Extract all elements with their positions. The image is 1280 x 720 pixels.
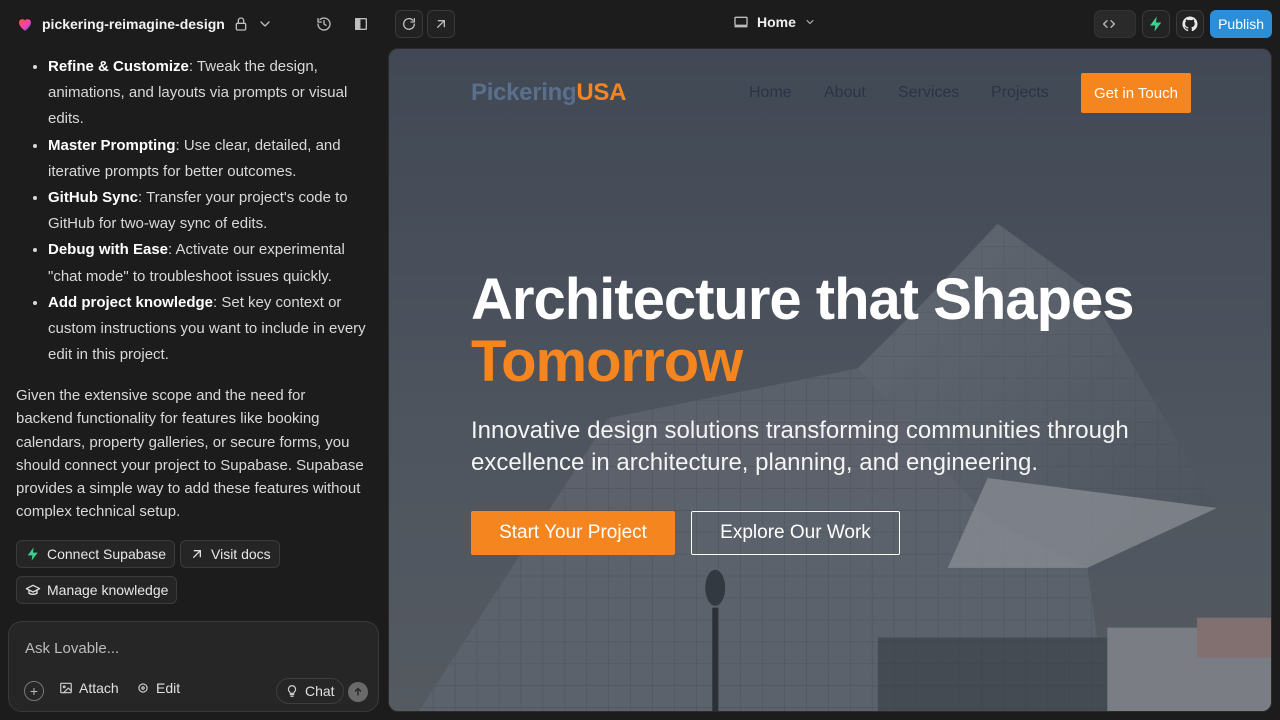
chat-paragraph: Given the extensive scope and the need f… [16,387,364,521]
nav-link-services[interactable]: Services [898,84,959,102]
visit-docs-label: Visit docs [211,546,271,562]
supabase-icon [1150,16,1162,32]
get-in-touch-button[interactable]: Get in Touch [1081,73,1191,113]
connect-supabase-button[interactable]: Connect Supabase [16,540,176,568]
logo-text-primary: Pickering [471,79,577,106]
chevron-down-icon [804,16,816,28]
start-project-button[interactable]: Start Your Project [471,511,675,555]
page-selector[interactable]: Home [733,14,816,30]
explore-work-button[interactable]: Explore Our Work [691,511,900,555]
send-button[interactable] [348,682,368,702]
arrow-up-right-icon [433,16,449,32]
add-button[interactable]: + [24,681,44,701]
attach-label: Attach [79,680,119,696]
manage-knowledge-button[interactable]: Manage knowledge [16,576,178,604]
publish-button[interactable]: Publish [1210,10,1272,38]
site-nav: PickeringUSA Home About Services Project… [471,73,1191,113]
edit-button[interactable]: Edit [136,680,180,696]
plus-icon: + [29,683,39,699]
hero-subheadline: Innovative design solutions transforming… [471,417,1129,476]
supabase-icon [27,547,38,561]
logo-text-accent: USA [576,79,627,106]
chat-mode-button[interactable]: Chat [276,678,344,704]
target-icon [136,681,150,695]
list-item: Add project knowledge: Set key context o… [48,290,372,369]
refresh-button[interactable] [395,10,423,38]
github-button[interactable] [1176,10,1205,38]
history-icon [316,16,332,32]
refresh-icon [401,16,417,32]
chat-panel: Refine & Customize: Tweak the design, an… [0,48,388,720]
list-item-title: Refine & Customize [48,58,189,75]
connect-supabase-label: Connect Supabase [47,546,167,562]
code-icon [1101,16,1117,32]
hero-headline-accent: Tomorrow [471,329,743,394]
visit-docs-button[interactable]: Visit docs [180,540,280,568]
app-root: pickering-reimagine-design Home Publish … [0,0,1280,720]
list-item-title: GitHub Sync [48,189,139,207]
site-logo[interactable]: PickeringUSA [471,79,626,107]
sidebar-icon [353,16,369,32]
chat-input[interactable] [25,636,355,660]
image-icon [59,681,73,695]
project-name: pickering-reimagine-design [42,16,225,32]
tips-list: Refine & Customize: Tweak the design, an… [16,54,372,368]
nav-link-home[interactable]: Home [749,84,792,102]
graduation-cap-icon [25,582,41,598]
supabase-button[interactable] [1142,10,1171,38]
hero-headline: Architecture that Shapes [471,267,1135,332]
list-item: Master Prompting: Use clear, detailed, a… [48,133,372,185]
lock-icon [233,16,249,32]
site-preview: PickeringUSA Home About Services Project… [388,48,1272,712]
list-item-title: Debug with Ease [48,241,169,259]
top-bar: pickering-reimagine-design Home Publish [0,0,1280,48]
list-item-title: Master Prompting [48,136,176,154]
project-switcher[interactable]: pickering-reimagine-design [16,12,273,36]
list-item: Debug with Ease: Activate our experiment… [48,237,372,289]
nav-link-about[interactable]: About [824,84,866,102]
list-item-title: Add project knowledge [48,293,214,311]
chevron-down-icon[interactable] [257,16,273,32]
page-selector-label: Home [757,14,796,30]
open-new-tab-button[interactable] [427,10,455,38]
attach-button[interactable]: Attach [59,680,119,696]
right-toolbar: Publish [1094,10,1272,38]
manage-knowledge-label: Manage knowledge [47,582,169,598]
nav-link-projects[interactable]: Projects [991,84,1049,102]
lovable-heart-icon [19,19,31,31]
chat-mode-label: Chat [305,683,335,699]
chat-composer: + Attach Edit Chat [8,621,379,712]
history-button[interactable] [310,10,338,38]
monitor-icon [733,14,749,30]
lightbulb-icon [285,684,299,698]
edit-label: Edit [156,680,181,696]
list-item: GitHub Sync: Transfer your project's cod… [48,185,372,237]
chat-message: Refine & Customize: Tweak the design, an… [16,54,372,368]
code-view-toggle[interactable] [1094,10,1137,38]
github-icon [1182,16,1198,32]
arrow-up-right-icon [189,546,205,562]
list-item: Refine & Customize: Tweak the design, an… [48,54,372,133]
toggle-sidebar-button[interactable] [347,10,375,38]
arrow-up-icon [354,687,362,696]
